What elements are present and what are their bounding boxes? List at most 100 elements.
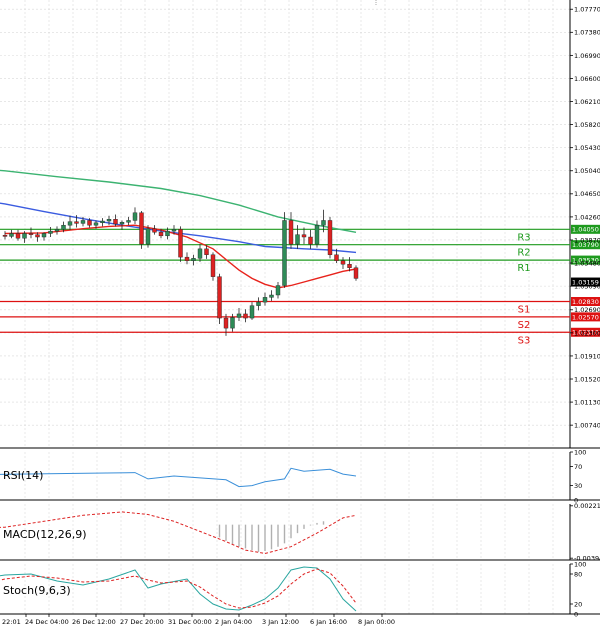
price-axis-tick-label: 1.06600 xyxy=(574,75,600,83)
y-axis: 1.07770 1.07380 1.06990 1.06600 1.06210 1.058… xyxy=(570,6,600,618)
rsi-axis-tick-label: 100 xyxy=(574,448,586,456)
level-tag-s1: 1.02830 xyxy=(572,298,599,306)
price-axis-tick-label: 1.00740 xyxy=(574,422,600,430)
candle-bull xyxy=(314,224,320,245)
candle-bull xyxy=(67,221,73,226)
candle-bull xyxy=(9,233,14,237)
candle-bear xyxy=(308,236,313,245)
x-tick-label: 27 Dec 20:00 xyxy=(120,618,164,626)
price-axis-tick-label: 1.04260 xyxy=(574,213,600,221)
rsi-title: RSI(14) xyxy=(3,469,43,482)
candle-bear xyxy=(152,228,157,233)
candle-bull xyxy=(269,294,274,298)
candle-bear xyxy=(178,229,183,258)
macd-title: MACD(12,26,9) xyxy=(3,528,87,541)
price-axis-tick-label: 1.03870 xyxy=(574,236,600,244)
chart-area: R31.04050R21.03790R11.03530S11.02830S21.… xyxy=(0,0,600,626)
stoch-axis-tick-label: 0 xyxy=(574,610,578,618)
price-axis-tick-label: 1.05430 xyxy=(574,144,600,152)
candle-bear xyxy=(340,260,346,265)
candle-bull xyxy=(197,248,203,259)
candle-bear xyxy=(139,212,144,245)
gridlines xyxy=(0,0,570,614)
price-axis-tick-label: 1.01130 xyxy=(574,398,600,406)
stoch-axis-tick-label: 20 xyxy=(574,600,582,608)
candle-bull xyxy=(80,220,86,224)
candle-bear xyxy=(184,256,190,261)
candle-bull xyxy=(61,224,66,230)
candle-bear xyxy=(217,276,222,319)
price-axis-tick-label: 1.02300 xyxy=(574,329,600,337)
level-name-s1: S1 xyxy=(518,305,531,316)
rsi-line xyxy=(0,467,357,488)
level-name-r3: R3 xyxy=(517,232,530,243)
candle-bull xyxy=(165,230,170,237)
candle-bear xyxy=(288,220,294,245)
price-axis-tick-label: 1.01520 xyxy=(574,375,600,383)
candle-bear xyxy=(327,220,333,255)
stoch-title: Stoch(9,6,3) xyxy=(3,584,71,597)
candle-bull xyxy=(230,317,235,329)
x-tick-label: 6 Jan 16:00 xyxy=(310,618,347,626)
x-tick-label: 31 Dec 00:00 xyxy=(168,618,212,626)
rsi-axis-tick-label: 70 xyxy=(574,463,582,471)
candle-bear xyxy=(347,264,352,268)
candle-bear xyxy=(87,220,92,226)
level-name-r2: R2 xyxy=(517,248,530,259)
candle-bear xyxy=(301,234,307,238)
price-axis-tick-label: 1.06990 xyxy=(574,52,600,60)
candle-bear xyxy=(28,233,34,235)
price-axis-tick-label: 1.04650 xyxy=(574,190,600,198)
candle-bull xyxy=(282,220,287,286)
pivot-level-lines: R31.04050R21.03790R11.03530S11.02830S21.… xyxy=(0,224,600,346)
candle-bull xyxy=(262,297,268,303)
candle-bull xyxy=(93,222,99,226)
ma-slow-line xyxy=(0,169,357,233)
rsi-axis-tick-label: 30 xyxy=(574,482,582,490)
panel-frames xyxy=(0,0,600,615)
candle-bull xyxy=(295,234,300,245)
stoch-axis-tick-label: 100 xyxy=(574,560,586,568)
candle-bear xyxy=(35,234,40,238)
candle-bull xyxy=(132,212,138,221)
candle-bull xyxy=(256,301,261,306)
stoch-axis-tick-label: 80 xyxy=(574,570,582,578)
candle-bull xyxy=(54,229,60,232)
x-tick-label: 22:01 xyxy=(2,618,21,626)
price-axis-tick-label: 1.02690 xyxy=(574,306,600,314)
price-axis-tick-label: 1.05820 xyxy=(574,121,600,129)
candle-bear xyxy=(113,219,118,225)
candle-bull xyxy=(236,313,242,318)
price-axis-tick-label: 1.07770 xyxy=(574,6,600,14)
candle-bear xyxy=(204,248,209,255)
x-tick-label: 26 Dec 12:00 xyxy=(72,618,116,626)
price-axis-tick-label: 1.03090 xyxy=(574,283,600,291)
price-axis-tick-label: 1.07380 xyxy=(574,29,600,37)
x-tick-label: 8 Jan 00:00 xyxy=(358,618,395,626)
candle-bull xyxy=(100,220,105,224)
candle-bull xyxy=(191,258,196,261)
candle-bear xyxy=(15,233,21,239)
candle-bear xyxy=(2,235,8,237)
level-name-s2: S2 xyxy=(518,320,531,331)
candle-bull xyxy=(249,305,255,319)
candle-bear xyxy=(353,267,359,279)
x-tick-label: 3 Jan 12:00 xyxy=(262,618,299,626)
level-name-r1: R1 xyxy=(517,263,530,274)
candle-bull xyxy=(41,233,47,238)
x-axis: 22:01 24 Dec 04:00 26 Dec 12:00 27 Dec 20:0… xyxy=(2,614,395,626)
candle-bull xyxy=(119,222,125,225)
level-name-s3: S3 xyxy=(518,335,531,346)
level-tag-r3: 1.04050 xyxy=(572,226,599,234)
candle-bull xyxy=(171,229,177,232)
candle-bear xyxy=(158,232,164,237)
price-axis-tick-label: 1.03480 xyxy=(574,259,600,267)
ma-mid-line xyxy=(0,202,357,254)
candle-bear xyxy=(334,254,339,261)
level-tag-s2: 1.02570 xyxy=(572,313,599,321)
candle-bull xyxy=(48,230,53,234)
candle-bull xyxy=(22,233,27,239)
candle-bear xyxy=(74,221,79,224)
candle-bear xyxy=(243,313,248,319)
candle-bull xyxy=(275,285,281,296)
